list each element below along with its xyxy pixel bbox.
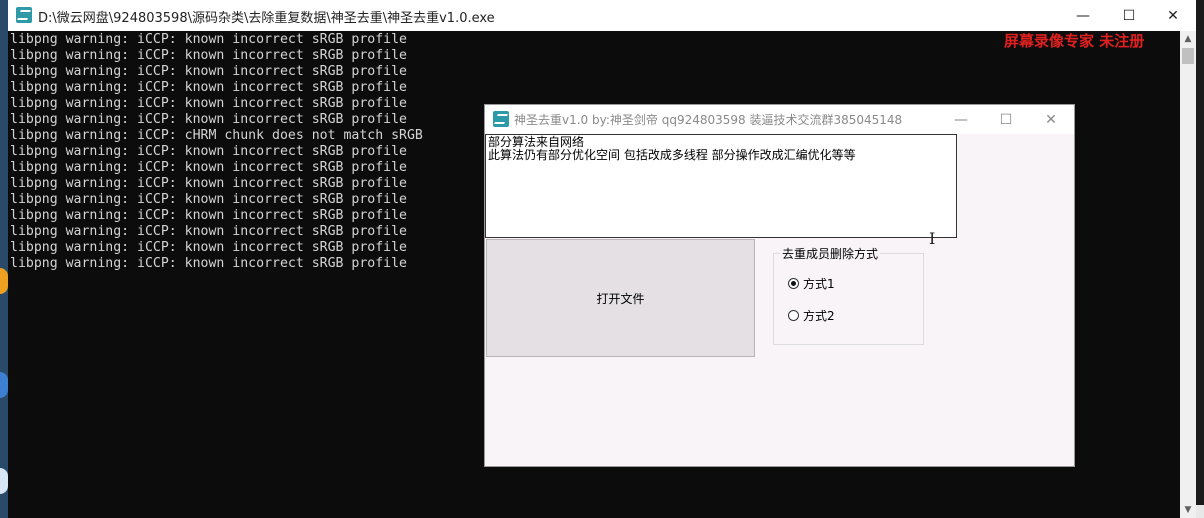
- console-line: libpng warning: iCCP: known incorrect sR…: [10, 176, 407, 191]
- info-textbox[interactable]: 部分算法来自网络 此算法仍有部分优化空间 包括改成多线程 部分操作改成汇编优化等…: [485, 134, 957, 238]
- close-icon: ✕: [1045, 111, 1057, 128]
- radio-label: 方式2: [803, 309, 835, 323]
- mode-2-radio[interactable]: 方式2: [788, 307, 835, 324]
- app-icon: [16, 7, 32, 23]
- console-line: libpng warning: iCCP: known incorrect sR…: [10, 224, 407, 239]
- desktop-shortcut-icon[interactable]: [0, 372, 8, 398]
- console-line: libpng warning: iCCP: known incorrect sR…: [10, 208, 407, 223]
- scroll-thumb[interactable]: [1182, 48, 1194, 64]
- console-titlebar[interactable]: D:\微云网盘\924803598\源码杂类\去除重复数据\神圣去重\神圣去重v…: [8, 0, 1196, 31]
- app-title: 神圣去重v1.0 by:神圣剑帝 qq924803598 装逼技术交流群3850…: [514, 113, 903, 127]
- app-titlebar[interactable]: 神圣去重v1.0 by:神圣剑帝 qq924803598 装逼技术交流群3850…: [485, 105, 1074, 134]
- console-line: libpng warning: iCCP: known incorrect sR…: [10, 96, 407, 111]
- app-minimize-button[interactable]: —: [938, 105, 984, 134]
- console-line: libpng warning: iCCP: known incorrect sR…: [10, 48, 407, 63]
- console-line: libpng warning: iCCP: known incorrect sR…: [10, 256, 407, 271]
- minimize-icon: —: [1076, 7, 1090, 24]
- console-line: libpng warning: iCCP: known incorrect sR…: [10, 112, 407, 127]
- groupbox-label: 去重成员删除方式: [780, 245, 881, 262]
- console-line: libpng warning: iCCP: known incorrect sR…: [10, 160, 407, 175]
- mode-1-radio[interactable]: 方式1: [788, 275, 835, 292]
- desktop-shortcut-icon[interactable]: [0, 268, 8, 294]
- recorder-watermark: 屏幕录像专家 未注册: [1004, 32, 1145, 50]
- app-maximize-button[interactable]: ☐: [983, 105, 1029, 134]
- minimize-button[interactable]: —: [1060, 0, 1106, 31]
- maximize-icon: ☐: [999, 111, 1013, 128]
- console-output: libpng warning: iCCP: known incorrect sR…: [10, 32, 423, 272]
- maximize-button[interactable]: ☐: [1106, 0, 1152, 31]
- text-cursor-icon: I: [929, 229, 936, 248]
- open-file-button[interactable]: 打开文件: [486, 239, 755, 357]
- scroll-down-icon[interactable]: ▼: [1180, 502, 1196, 518]
- console-line: libpng warning: iCCP: known incorrect sR…: [10, 144, 407, 159]
- console-line: libpng warning: iCCP: known incorrect sR…: [10, 192, 407, 207]
- close-icon: ✕: [1167, 7, 1179, 24]
- scroll-up-icon[interactable]: ▲: [1180, 31, 1196, 47]
- desktop-shortcut-icon[interactable]: [0, 468, 8, 494]
- minimize-icon: —: [954, 111, 968, 128]
- radio-checked-icon: [788, 278, 799, 289]
- console-line: libpng warning: iCCP: known incorrect sR…: [10, 64, 407, 79]
- console-title: D:\微云网盘\924803598\源码杂类\去除重复数据\神圣去重\神圣去重v…: [38, 11, 495, 26]
- radio-unchecked-icon: [788, 310, 799, 321]
- delete-mode-groupbox: 去重成员删除方式 方式1 方式2: [773, 245, 924, 345]
- console-line: libpng warning: iCCP: known incorrect sR…: [10, 80, 407, 95]
- app-close-button[interactable]: ✕: [1028, 105, 1074, 134]
- close-button[interactable]: ✕: [1150, 0, 1196, 31]
- memo-line: 此算法仍有部分优化空间 包括改成多线程 部分操作改成汇编优化等等: [488, 148, 856, 162]
- radio-label: 方式1: [803, 277, 835, 291]
- console-scrollbar[interactable]: ▲ ▼: [1180, 31, 1196, 518]
- console-line: libpng warning: iCCP: cHRM chunk does no…: [10, 128, 423, 143]
- app-icon: [493, 111, 509, 127]
- desktop-background: [0, 0, 8, 518]
- console-line: libpng warning: iCCP: known incorrect sR…: [10, 32, 407, 47]
- console-line: libpng warning: iCCP: known incorrect sR…: [10, 240, 407, 255]
- maximize-icon: ☐: [1122, 7, 1136, 24]
- app-window: 神圣去重v1.0 by:神圣剑帝 qq924803598 装逼技术交流群3850…: [484, 104, 1075, 467]
